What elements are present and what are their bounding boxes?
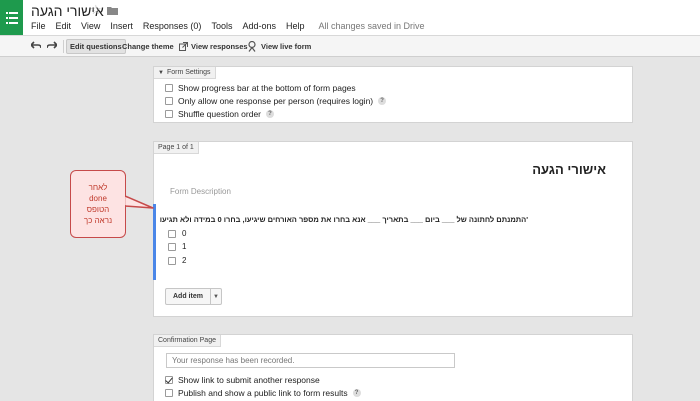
- shuffle-label: Shuffle question order: [178, 109, 262, 119]
- view-responses-label: View responses: [191, 42, 248, 51]
- menu-bar: File Edit View Insert Responses (0) Tool…: [31, 21, 425, 31]
- form-settings-toggle[interactable]: ▼ Form Settings: [154, 67, 216, 79]
- choice-label: 0: [182, 229, 187, 238]
- submit-another-label: Show link to submit another response: [178, 375, 320, 385]
- external-link-icon: [179, 42, 188, 51]
- undo-icon[interactable]: [29, 41, 42, 53]
- shuffle-option: Shuffle question order ?: [165, 109, 275, 119]
- forms-app-icon[interactable]: [0, 0, 23, 35]
- form-title[interactable]: אישורי הגעה: [532, 162, 606, 177]
- confirmation-message-input[interactable]: Your response has been recorded.: [166, 353, 455, 368]
- menu-edit[interactable]: Edit: [56, 21, 72, 31]
- chevron-down-icon[interactable]: ▼: [211, 289, 221, 304]
- annotation-callout: לאחר done הטופס נראה כך: [70, 170, 126, 238]
- choice-checkbox[interactable]: [168, 229, 176, 238]
- choice-checkbox[interactable]: [168, 256, 176, 265]
- publish-results-label: Publish and show a public link to form r…: [178, 388, 348, 398]
- progress-bar-label: Show progress bar at the bottom of form …: [178, 83, 356, 93]
- toolbar-divider: [63, 40, 64, 53]
- progress-bar-checkbox[interactable]: [165, 84, 173, 92]
- form-page-panel: Page 1 of 1 אישורי הגעה Form Description…: [153, 141, 633, 317]
- folder-icon[interactable]: [107, 6, 118, 18]
- annotation-line: נראה כך: [83, 216, 113, 225]
- menu-responses[interactable]: Responses (0): [143, 21, 202, 31]
- page-label: Page 1 of 1: [154, 142, 199, 154]
- live-form-icon: [248, 41, 256, 52]
- annotation-line: לאחר: [88, 183, 108, 192]
- form-settings-panel: ▼ Form Settings Show progress bar at the …: [153, 66, 633, 123]
- view-responses-button[interactable]: View responses: [176, 39, 251, 54]
- change-theme-button[interactable]: Change theme: [119, 39, 177, 54]
- submit-another-option: Show link to submit another response: [165, 375, 320, 385]
- help-icon[interactable]: ?: [266, 110, 275, 118]
- confirmation-label: Confirmation Page: [154, 335, 221, 347]
- menu-tools[interactable]: Tools: [211, 21, 232, 31]
- confirmation-panel: Confirmation Page Your response has been…: [153, 334, 633, 401]
- annotation-line: done: [89, 194, 107, 203]
- question-selected-bar: [153, 204, 156, 280]
- edit-questions-button[interactable]: Edit questions: [66, 39, 126, 54]
- help-icon[interactable]: ?: [378, 97, 387, 105]
- choice-label: 1: [182, 242, 187, 251]
- add-item-button[interactable]: Add item ▼: [165, 288, 222, 305]
- shuffle-checkbox[interactable]: [165, 110, 173, 118]
- form-description[interactable]: Form Description: [170, 187, 231, 196]
- star-icon[interactable]: ☆: [90, 3, 102, 17]
- submit-another-checkbox[interactable]: [165, 376, 173, 384]
- redo-icon[interactable]: [46, 41, 59, 53]
- view-live-form-button[interactable]: View live form: [244, 39, 314, 54]
- choice-label: 2: [182, 256, 187, 265]
- one-response-label: Only allow one response per person (requ…: [178, 96, 374, 106]
- menu-add-ons[interactable]: Add-ons: [242, 21, 276, 31]
- choice-checkbox[interactable]: [168, 242, 176, 251]
- app-header: אישורי הגעה ☆ File Edit View Insert Resp…: [0, 0, 700, 35]
- callout-pointer: [125, 195, 154, 209]
- one-response-checkbox[interactable]: [165, 97, 173, 105]
- choice-option: 2: [168, 256, 186, 265]
- view-live-form-label: View live form: [261, 42, 312, 51]
- help-icon[interactable]: ?: [352, 389, 361, 397]
- choice-option: 1: [168, 242, 186, 251]
- menu-view[interactable]: View: [81, 21, 100, 31]
- publish-results-option: Publish and show a public link to form r…: [165, 388, 361, 398]
- menu-insert[interactable]: Insert: [110, 21, 133, 31]
- save-status: All changes saved in Drive: [318, 21, 425, 31]
- publish-results-checkbox[interactable]: [165, 389, 173, 397]
- toolbar: Edit questions Change theme View respons…: [0, 35, 700, 57]
- menu-help[interactable]: Help: [286, 21, 305, 31]
- question-title[interactable]: 'התמנתם לחתונה של ___ ביום ___ בתאריך __…: [160, 215, 528, 224]
- list-icon: [5, 11, 18, 24]
- progress-bar-option: Show progress bar at the bottom of form …: [165, 83, 356, 93]
- collapse-arrow-icon: ▼: [158, 70, 164, 76]
- one-response-option: Only allow one response per person (requ…: [165, 96, 387, 106]
- choice-option: 0: [168, 229, 186, 238]
- form-settings-label: Form Settings: [166, 69, 211, 76]
- menu-file[interactable]: File: [31, 21, 46, 31]
- annotation-line: הטופס: [86, 205, 110, 214]
- add-item-label: Add item: [166, 289, 211, 304]
